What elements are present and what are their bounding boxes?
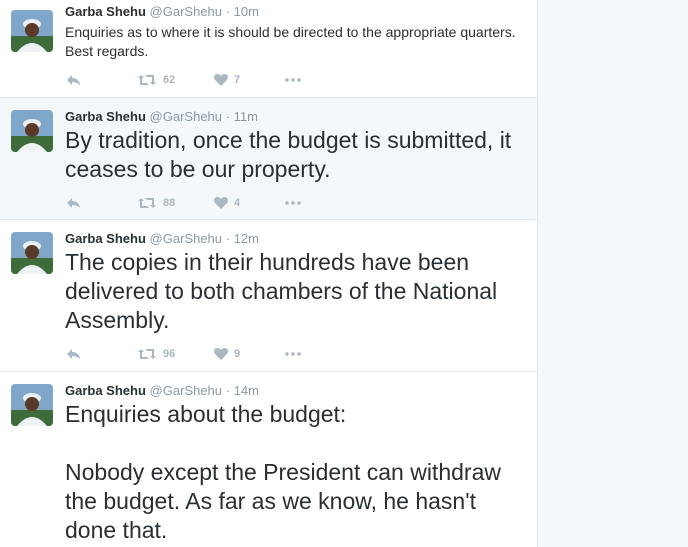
retweet-button[interactable]: 96 <box>137 347 175 361</box>
author-handle[interactable]: @GarShehu <box>150 383 222 398</box>
timestamp[interactable]: 11m <box>234 109 258 124</box>
like-count: 9 <box>234 348 241 360</box>
like-count: 7 <box>234 74 241 86</box>
retweet-button[interactable]: 62 <box>137 73 175 87</box>
author-handle[interactable]: @GarShehu <box>150 109 222 124</box>
author-name[interactable]: Garba Shehu <box>65 4 146 19</box>
heart-icon <box>214 197 228 209</box>
avatar[interactable] <box>11 10 53 52</box>
tweet-text: Enquiries as to where it is should be di… <box>65 24 516 59</box>
like-button[interactable]: 9 <box>214 347 240 361</box>
tweet-actions: 96 9 <box>0 347 537 361</box>
more-button[interactable] <box>285 347 301 361</box>
timestamp[interactable]: 10m <box>234 4 259 19</box>
retweet-icon <box>138 349 156 359</box>
tweet-text: The copies in their hundreds have been d… <box>65 249 498 333</box>
like-button[interactable]: 7 <box>214 73 240 87</box>
avatar[interactable] <box>11 384 53 426</box>
reply-button[interactable] <box>66 347 81 361</box>
retweet-count: 62 <box>163 74 176 86</box>
tweet-timeline: Garba Shehu @GarShehu · 10m Enquiries as… <box>0 0 538 547</box>
tweet-actions: 88 4 <box>0 196 537 210</box>
more-icon <box>285 78 301 82</box>
reply-icon <box>67 349 80 359</box>
tweet-actions: 62 7 <box>0 73 537 87</box>
more-icon <box>285 201 301 205</box>
timestamp[interactable]: 14m <box>234 383 259 398</box>
more-icon <box>285 352 301 356</box>
tweet-1[interactable]: Garba Shehu @GarShehu · 10m Enquiries as… <box>0 0 537 98</box>
avatar[interactable] <box>11 110 53 152</box>
tweet-3[interactable]: Garba Shehu @GarShehu · 12m The copies i… <box>0 220 537 372</box>
retweet-count: 88 <box>163 197 176 209</box>
author-name[interactable]: Garba Shehu <box>65 383 146 398</box>
tweet-4[interactable]: Garba Shehu @GarShehu · 14m Enquiries ab… <box>0 372 537 547</box>
separator: · <box>225 383 230 398</box>
retweet-count: 96 <box>163 348 176 360</box>
author-handle[interactable]: @GarShehu <box>150 231 222 246</box>
tweet-header: Garba Shehu @GarShehu · 14m <box>65 383 259 399</box>
tweet-header: Garba Shehu @GarShehu · 10m <box>65 4 259 20</box>
more-button[interactable] <box>285 196 301 210</box>
separator: · <box>225 109 230 124</box>
tweet-text: Enquiries about the budget: Nobody excep… <box>65 401 501 543</box>
reply-icon <box>67 198 80 208</box>
like-button[interactable]: 4 <box>214 196 240 210</box>
retweet-button[interactable]: 88 <box>137 196 175 210</box>
author-name[interactable]: Garba Shehu <box>65 109 146 124</box>
tweet-text: By tradition, once the budget is submitt… <box>65 127 512 182</box>
more-button[interactable] <box>285 73 301 87</box>
heart-icon <box>214 74 228 86</box>
tweet-header: Garba Shehu @GarShehu · 12m <box>65 231 259 247</box>
separator: · <box>225 231 230 246</box>
heart-icon <box>214 348 228 360</box>
right-gutter <box>538 0 688 547</box>
reply-icon <box>67 75 80 85</box>
timestamp[interactable]: 12m <box>234 231 259 246</box>
tweet-2[interactable]: Garba Shehu @GarShehu · 11m By tradition… <box>0 98 537 220</box>
author-name[interactable]: Garba Shehu <box>65 231 146 246</box>
reply-button[interactable] <box>66 73 81 87</box>
avatar[interactable] <box>11 232 53 274</box>
reply-button[interactable] <box>66 196 81 210</box>
retweet-icon <box>138 75 156 85</box>
author-handle[interactable]: @GarShehu <box>150 4 222 19</box>
separator: · <box>225 4 230 19</box>
retweet-icon <box>138 198 156 208</box>
tweet-header: Garba Shehu @GarShehu · 11m <box>65 109 258 125</box>
like-count: 4 <box>234 197 241 209</box>
